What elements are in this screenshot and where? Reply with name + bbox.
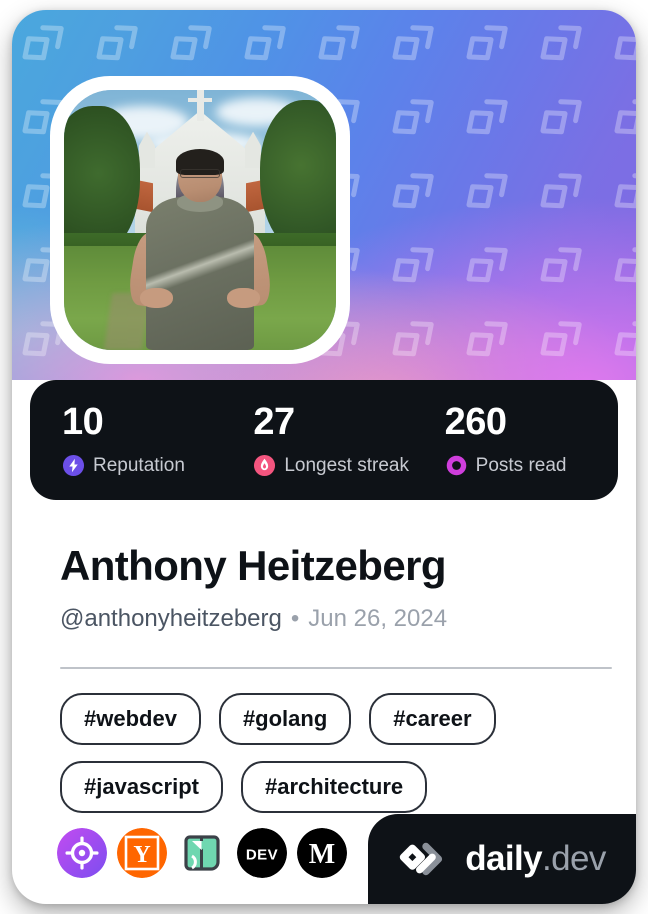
brand-name: daily (465, 839, 542, 878)
profile-join-date: Jun 26, 2024 (308, 605, 448, 632)
page-title: Anthony Heitzeberg (60, 542, 446, 589)
stat-value: 260 (444, 401, 507, 443)
hacker-news-icon[interactable]: Y (117, 828, 167, 878)
photo-person-hand-right (227, 287, 260, 309)
photo-person-shirt (145, 196, 255, 350)
stat-longest-streak: 27 Longest streak (235, 403, 426, 477)
source-list: Y DEV M (57, 828, 347, 878)
tag-chip[interactable]: #architecture (240, 761, 428, 813)
crosshair-target-icon[interactable] (57, 828, 107, 878)
tag-chip[interactable]: #javascript (60, 761, 223, 813)
medium-icon[interactable]: M (297, 828, 347, 878)
reputation-bolt-icon (62, 454, 85, 477)
stat-value: 27 (253, 401, 295, 443)
devto-icon[interactable]: DEV (237, 828, 287, 878)
divider (60, 667, 612, 669)
svg-text:M: M (309, 839, 335, 870)
stat-reputation: 10 Reputation (30, 403, 235, 477)
profile-handle: @anthonyheitzeberg (60, 605, 282, 632)
tag-chip[interactable]: #career (369, 693, 496, 745)
tag-chip[interactable]: #golang (218, 693, 352, 745)
profile-meta: @anthonyheitzeberg • Jun 26, 2024 (60, 605, 447, 633)
brand-suffix: .dev (542, 839, 606, 878)
stats-bar: 10 Reputation 27 Longest streak 260 Post… (30, 380, 618, 500)
stat-label: Reputation (93, 454, 185, 476)
daily-dev-logo-icon (400, 842, 443, 876)
photo-person-hand-left (140, 287, 173, 309)
avatar (50, 76, 350, 364)
brand-wordmark: daily .dev (465, 839, 606, 879)
stat-label: Longest streak (284, 454, 409, 476)
posts-read-ring-icon (446, 455, 466, 476)
svg-text:DEV: DEV (246, 847, 278, 864)
stat-label: Posts read (475, 454, 567, 476)
dzone-icon[interactable] (177, 828, 227, 878)
daily-dev-brand-badge: daily .dev (368, 814, 636, 904)
svg-text:Y: Y (133, 842, 150, 868)
streak-flame-icon (254, 454, 276, 477)
stat-value: 10 (62, 401, 104, 443)
tag-chip[interactable]: #webdev (60, 693, 201, 745)
photo-spire (197, 90, 205, 122)
photo-person-glasses (179, 169, 221, 178)
devcard: 10 Reputation 27 Longest streak 260 Post… (12, 10, 636, 904)
meta-separator: • (290, 605, 300, 632)
photo-cross (187, 98, 213, 102)
avatar-photo (64, 90, 336, 350)
stat-posts-read: 260 Posts read (427, 403, 618, 477)
tag-list: #webdev #golang #career #javascript #arc… (60, 693, 616, 813)
